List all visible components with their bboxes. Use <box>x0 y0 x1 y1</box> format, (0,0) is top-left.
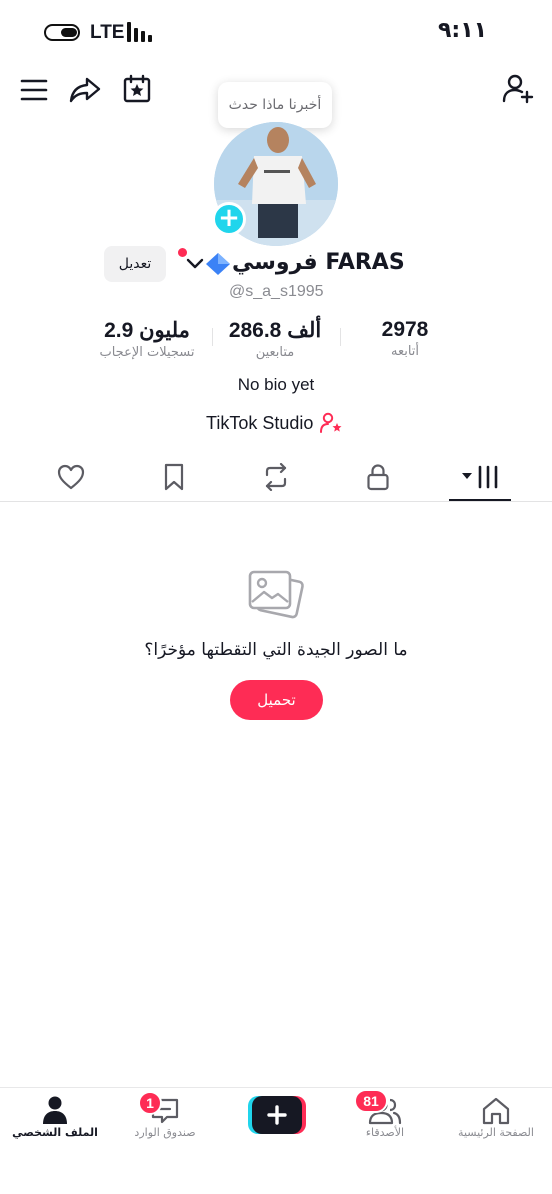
following-label: أتابعه <box>390 344 420 359</box>
nav-inbox-label: صندوق الوارد <box>134 1126 196 1139</box>
followers-label: متابعين <box>255 345 295 360</box>
inbox-badge: 1 <box>138 1091 162 1115</box>
stat-followers[interactable]: 286.8 ألف متابعين <box>212 318 338 360</box>
divider <box>212 328 213 346</box>
edit-profile-button[interactable]: تعديل <box>104 246 166 282</box>
nav-home-label: الصفحة الرئيسية <box>458 1126 534 1139</box>
chevron-down-icon[interactable] <box>186 256 204 275</box>
calendar-star-icon[interactable] <box>120 72 154 106</box>
nav-friends-label: الأصدقاء <box>365 1126 405 1139</box>
status-time: ٩:١١ <box>438 18 488 43</box>
likes-label: تسجيلات الإعجاب <box>99 345 195 360</box>
stat-following[interactable]: 2978 أتابعه <box>355 318 455 359</box>
tab-favorites-bookmark-icon[interactable] <box>157 460 191 494</box>
tiktok-studio-link[interactable]: TikTok Studio <box>206 412 343 434</box>
hamburger-icon[interactable] <box>18 74 50 106</box>
home-icon <box>441 1093 551 1125</box>
nav-inbox[interactable]: صندوق الوارد <box>110 1093 220 1139</box>
stat-likes[interactable]: 2.9 مليون تسجيلات الإعجاب <box>84 318 210 360</box>
battery-icon <box>44 24 80 41</box>
nav-home[interactable]: الصفحة الرئيسية <box>441 1093 551 1139</box>
profile-handle: @s_a_s1995 <box>229 283 324 300</box>
bio-text[interactable]: No bio yet <box>0 375 552 395</box>
followers-count: 286.8 ألف <box>228 319 322 342</box>
nav-profile[interactable]: الملف الشخصي <box>0 1093 110 1139</box>
blue-diamond-icon <box>205 252 231 276</box>
friends-badge: 81 <box>354 1089 388 1113</box>
plus-icon <box>252 1096 302 1134</box>
network-type: LTE <box>90 22 125 43</box>
signal-icon <box>127 22 157 42</box>
add-person-icon[interactable] <box>500 72 536 106</box>
upload-button[interactable]: تحميل <box>230 680 323 720</box>
nav-profile-label: الملف الشخصي <box>12 1126 98 1139</box>
divider <box>340 328 341 346</box>
studio-label: TikTok Studio <box>206 412 314 433</box>
following-count: 2978 <box>381 318 429 341</box>
profile-name: فروسي FARAS <box>232 250 405 275</box>
create-button[interactable] <box>248 1096 306 1134</box>
tab-liked-heart-icon[interactable] <box>54 460 88 494</box>
add-story-button[interactable]: + <box>212 202 246 236</box>
profile-person-icon <box>0 1093 110 1125</box>
tab-private-lock-icon[interactable] <box>361 460 395 494</box>
share-arrow-icon[interactable] <box>68 74 102 106</box>
photos-icon <box>246 568 306 624</box>
inbox-chat-icon <box>110 1093 220 1125</box>
bottom-nav-divider <box>0 1087 552 1088</box>
tab-repost-icon[interactable] <box>258 460 294 494</box>
tab-videos-grid-icon[interactable] <box>458 460 502 494</box>
studio-person-star-icon <box>319 412 343 434</box>
empty-state-title: ما الصور الجيدة التي التقطتها مؤخرًا؟ <box>144 640 408 660</box>
likes-count: 2.9 مليون <box>104 319 190 342</box>
tabs-divider <box>0 501 552 502</box>
